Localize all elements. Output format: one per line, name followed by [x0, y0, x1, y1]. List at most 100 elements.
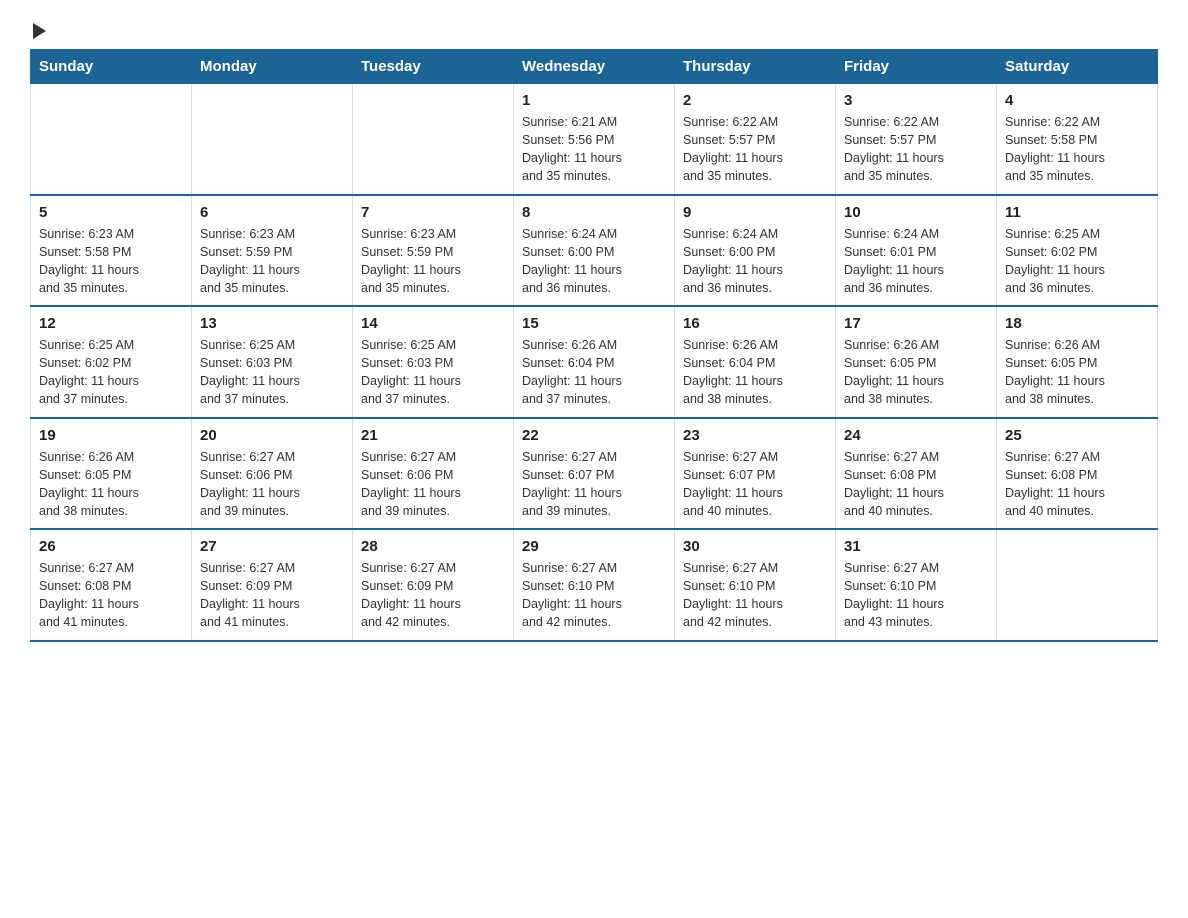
column-header-friday: Friday: [836, 50, 997, 84]
day-number: 2: [683, 92, 827, 109]
day-info: Sunrise: 6:24 AM Sunset: 6:00 PM Dayligh…: [522, 225, 666, 298]
day-number: 21: [361, 427, 505, 444]
day-number: 28: [361, 538, 505, 555]
calendar-week-row: 12 Sunrise: 6:25 AM Sunset: 6:02 PM Dayli…: [31, 306, 1158, 418]
day-number: 15: [522, 315, 666, 332]
column-header-wednesday: Wednesday: [514, 50, 675, 84]
day-number: 8: [522, 204, 666, 221]
calendar-cell: 13 Sunrise: 6:25 AM Sunset: 6:03 PM Dayli…: [192, 306, 353, 418]
column-header-tuesday: Tuesday: [353, 50, 514, 84]
calendar-cell: 16 Sunrise: 6:26 AM Sunset: 6:04 PM Dayli…: [675, 306, 836, 418]
calendar-cell: 22 Sunrise: 6:27 AM Sunset: 6:07 PM Dayli…: [514, 418, 675, 530]
day-info: Sunrise: 6:27 AM Sunset: 6:07 PM Dayligh…: [522, 448, 666, 521]
day-info: Sunrise: 6:27 AM Sunset: 6:06 PM Dayligh…: [200, 448, 344, 521]
calendar-table: SundayMondayTuesdayWednesdayThursdayFrid…: [30, 49, 1158, 642]
day-number: 12: [39, 315, 183, 332]
calendar-cell: 30 Sunrise: 6:27 AM Sunset: 6:10 PM Dayli…: [675, 529, 836, 641]
day-info: Sunrise: 6:25 AM Sunset: 6:03 PM Dayligh…: [200, 336, 344, 409]
day-info: Sunrise: 6:27 AM Sunset: 6:08 PM Dayligh…: [39, 559, 183, 632]
calendar-cell: [997, 529, 1158, 641]
day-number: 25: [1005, 427, 1149, 444]
day-number: 30: [683, 538, 827, 555]
day-number: 5: [39, 204, 183, 221]
day-info: Sunrise: 6:26 AM Sunset: 6:05 PM Dayligh…: [844, 336, 988, 409]
day-info: Sunrise: 6:27 AM Sunset: 6:10 PM Dayligh…: [844, 559, 988, 632]
day-number: 20: [200, 427, 344, 444]
day-number: 6: [200, 204, 344, 221]
calendar-cell: [192, 84, 353, 195]
day-info: Sunrise: 6:27 AM Sunset: 6:07 PM Dayligh…: [683, 448, 827, 521]
day-info: Sunrise: 6:27 AM Sunset: 6:10 PM Dayligh…: [522, 559, 666, 632]
calendar-cell: [353, 84, 514, 195]
day-info: Sunrise: 6:23 AM Sunset: 5:58 PM Dayligh…: [39, 225, 183, 298]
day-number: 13: [200, 315, 344, 332]
day-number: 14: [361, 315, 505, 332]
calendar-cell: 9Sunrise: 6:24 AM Sunset: 6:00 PM Daylig…: [675, 195, 836, 307]
calendar-header-row: SundayMondayTuesdayWednesdayThursdayFrid…: [31, 50, 1158, 84]
day-number: 4: [1005, 92, 1149, 109]
calendar-cell: 31 Sunrise: 6:27 AM Sunset: 6:10 PM Dayli…: [836, 529, 997, 641]
day-number: 9: [683, 204, 827, 221]
calendar-cell: 27Sunrise: 6:27 AM Sunset: 6:09 PM Dayli…: [192, 529, 353, 641]
day-number: 16: [683, 315, 827, 332]
calendar-cell: 29 Sunrise: 6:27 AM Sunset: 6:10 PM Dayli…: [514, 529, 675, 641]
calendar-cell: 17Sunrise: 6:26 AM Sunset: 6:05 PM Dayli…: [836, 306, 997, 418]
day-number: 19: [39, 427, 183, 444]
calendar-cell: 1Sunrise: 6:21 AM Sunset: 5:56 PM Daylig…: [514, 84, 675, 195]
calendar-cell: 19 Sunrise: 6:26 AM Sunset: 6:05 PM Dayli…: [31, 418, 192, 530]
day-info: Sunrise: 6:26 AM Sunset: 6:05 PM Dayligh…: [1005, 336, 1149, 409]
calendar-week-row: 26 Sunrise: 6:27 AM Sunset: 6:08 PM Dayli…: [31, 529, 1158, 641]
day-number: 7: [361, 204, 505, 221]
day-info: Sunrise: 6:27 AM Sunset: 6:09 PM Dayligh…: [200, 559, 344, 632]
calendar-cell: 8 Sunrise: 6:24 AM Sunset: 6:00 PM Daylig…: [514, 195, 675, 307]
calendar-cell: 23 Sunrise: 6:27 AM Sunset: 6:07 PM Dayli…: [675, 418, 836, 530]
day-number: 22: [522, 427, 666, 444]
day-number: 23: [683, 427, 827, 444]
calendar-cell: 26 Sunrise: 6:27 AM Sunset: 6:08 PM Dayli…: [31, 529, 192, 641]
calendar-cell: 5 Sunrise: 6:23 AM Sunset: 5:58 PM Daylig…: [31, 195, 192, 307]
logo: [30, 20, 46, 39]
day-number: 18: [1005, 315, 1149, 332]
day-number: 11: [1005, 204, 1149, 221]
column-header-thursday: Thursday: [675, 50, 836, 84]
day-info: Sunrise: 6:27 AM Sunset: 6:06 PM Dayligh…: [361, 448, 505, 521]
day-info: Sunrise: 6:26 AM Sunset: 6:04 PM Dayligh…: [522, 336, 666, 409]
day-number: 26: [39, 538, 183, 555]
day-info: Sunrise: 6:27 AM Sunset: 6:09 PM Dayligh…: [361, 559, 505, 632]
day-number: 31: [844, 538, 988, 555]
calendar-cell: 18 Sunrise: 6:26 AM Sunset: 6:05 PM Dayli…: [997, 306, 1158, 418]
calendar-cell: 2Sunrise: 6:22 AM Sunset: 5:57 PM Daylig…: [675, 84, 836, 195]
calendar-cell: 28 Sunrise: 6:27 AM Sunset: 6:09 PM Dayli…: [353, 529, 514, 641]
calendar-cell: [31, 84, 192, 195]
day-info: Sunrise: 6:23 AM Sunset: 5:59 PM Dayligh…: [200, 225, 344, 298]
day-number: 3: [844, 92, 988, 109]
calendar-cell: 14 Sunrise: 6:25 AM Sunset: 6:03 PM Dayli…: [353, 306, 514, 418]
calendar-cell: 3 Sunrise: 6:22 AM Sunset: 5:57 PM Daylig…: [836, 84, 997, 195]
day-number: 29: [522, 538, 666, 555]
calendar-cell: 21 Sunrise: 6:27 AM Sunset: 6:06 PM Dayli…: [353, 418, 514, 530]
day-number: 24: [844, 427, 988, 444]
day-info: Sunrise: 6:22 AM Sunset: 5:57 PM Dayligh…: [844, 113, 988, 186]
column-header-saturday: Saturday: [997, 50, 1158, 84]
calendar-cell: 11 Sunrise: 6:25 AM Sunset: 6:02 PM Dayli…: [997, 195, 1158, 307]
day-info: Sunrise: 6:25 AM Sunset: 6:03 PM Dayligh…: [361, 336, 505, 409]
day-number: 1: [522, 92, 666, 109]
day-info: Sunrise: 6:25 AM Sunset: 6:02 PM Dayligh…: [39, 336, 183, 409]
column-header-monday: Monday: [192, 50, 353, 84]
day-info: Sunrise: 6:27 AM Sunset: 6:08 PM Dayligh…: [1005, 448, 1149, 521]
page-header: [30, 20, 1158, 39]
day-info: Sunrise: 6:23 AM Sunset: 5:59 PM Dayligh…: [361, 225, 505, 298]
day-info: Sunrise: 6:26 AM Sunset: 6:05 PM Dayligh…: [39, 448, 183, 521]
calendar-cell: 15 Sunrise: 6:26 AM Sunset: 6:04 PM Dayli…: [514, 306, 675, 418]
column-header-sunday: Sunday: [31, 50, 192, 84]
day-info: Sunrise: 6:26 AM Sunset: 6:04 PM Dayligh…: [683, 336, 827, 409]
calendar-cell: 24 Sunrise: 6:27 AM Sunset: 6:08 PM Dayli…: [836, 418, 997, 530]
day-info: Sunrise: 6:22 AM Sunset: 5:58 PM Dayligh…: [1005, 113, 1149, 186]
calendar-week-row: 1Sunrise: 6:21 AM Sunset: 5:56 PM Daylig…: [31, 84, 1158, 195]
calendar-week-row: 5 Sunrise: 6:23 AM Sunset: 5:58 PM Daylig…: [31, 195, 1158, 307]
day-number: 10: [844, 204, 988, 221]
day-info: Sunrise: 6:25 AM Sunset: 6:02 PM Dayligh…: [1005, 225, 1149, 298]
day-info: Sunrise: 6:27 AM Sunset: 6:08 PM Dayligh…: [844, 448, 988, 521]
day-info: Sunrise: 6:27 AM Sunset: 6:10 PM Dayligh…: [683, 559, 827, 632]
calendar-cell: 6 Sunrise: 6:23 AM Sunset: 5:59 PM Daylig…: [192, 195, 353, 307]
